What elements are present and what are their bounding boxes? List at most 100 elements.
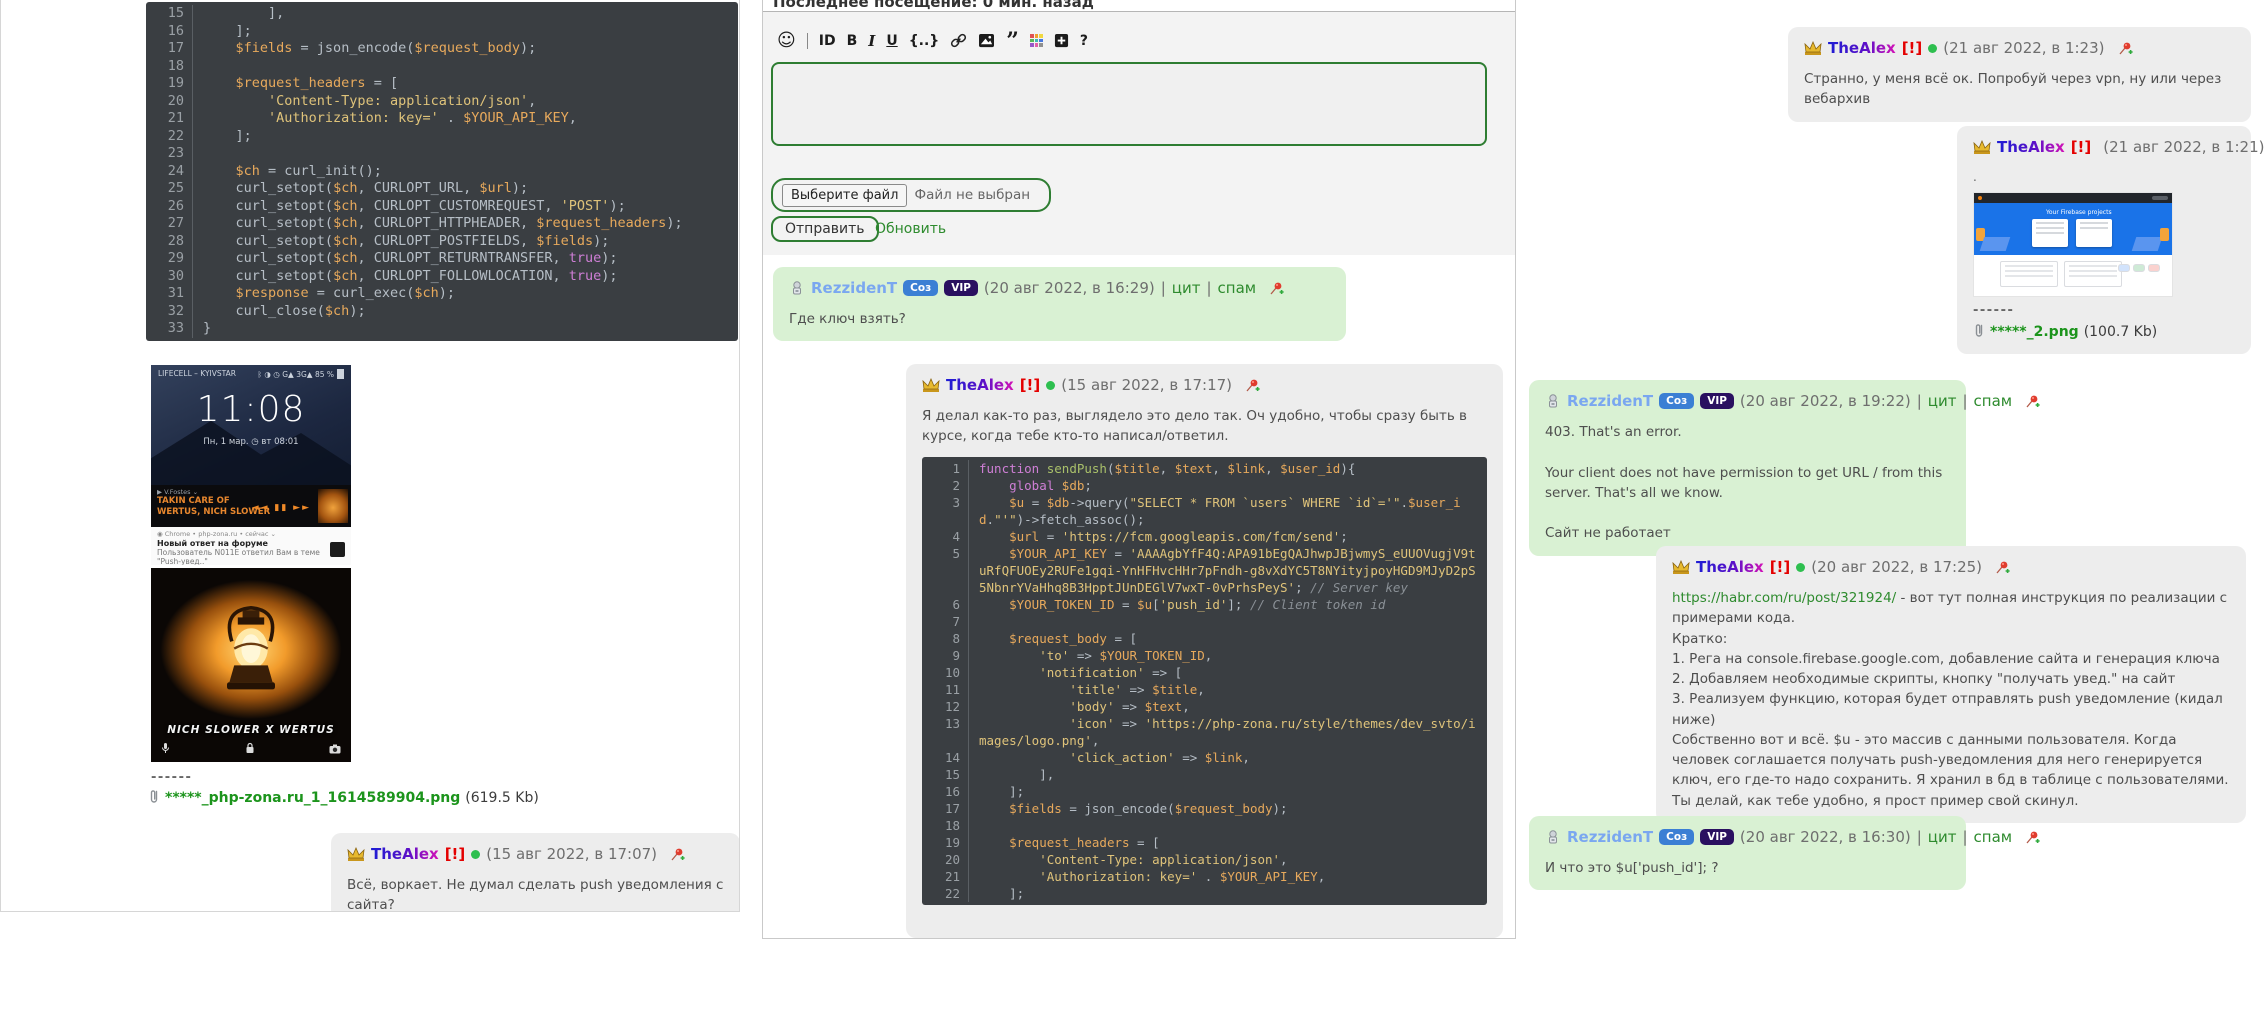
crown-avatar-icon (1672, 560, 1690, 575)
post-body: Я делал как-то раз, выглядело это дело т… (922, 406, 1487, 447)
code-line: 4 $url = 'https://fcm.googleapis.com/fcm… (922, 528, 1487, 545)
battery-icon (337, 369, 344, 379)
camera-icon[interactable] (329, 739, 341, 758)
code-line: 19 $request_headers = [ (146, 75, 738, 93)
pin-icon[interactable] (1268, 280, 1284, 296)
code-line: 5 $YOUR_API_KEY = 'AAAAgbYfF4Q:APA91bEgQ… (922, 545, 1487, 596)
code-line: 16 ]; (922, 783, 1487, 800)
code-braces-icon[interactable]: {..} (909, 33, 940, 49)
send-button[interactable]: Отправить (771, 216, 879, 242)
bbcode-grid-icon[interactable] (1030, 34, 1043, 47)
pin-icon[interactable] (1994, 559, 2010, 575)
username-thealex[interactable]: TheAlex (1696, 558, 1764, 576)
post-key-question: RezzidenT Соз VIP (20 авг 2022, в 16:29)… (773, 267, 1346, 341)
robot-avatar-icon (1545, 393, 1561, 409)
code-line: 13 'icon' => 'https://php-zona.ru/style/… (922, 715, 1487, 749)
phone-lockscreen-image[interactable]: LIFECELL – KYIVSTAR ᛒ ◑ ◷ G▲ 3G▲ 85 % 11… (151, 365, 351, 565)
code-line: 22 ]; (146, 128, 738, 146)
pin-icon[interactable] (2024, 829, 2040, 845)
post-date: (21 авг 2022, в 1:23) (1943, 39, 2104, 57)
spam-link[interactable]: спам (1218, 279, 1257, 297)
code-line: 17 $fields = json_encode($request_body); (922, 800, 1487, 817)
username-thealex[interactable]: TheAlex (946, 376, 1014, 394)
pin-icon[interactable] (669, 846, 685, 862)
code-block-curl: 15 ],16 ];17 $fields = json_encode($requ… (146, 2, 738, 341)
post-date: (20 авг 2022, в 16:29) (984, 279, 1155, 297)
habr-link[interactable]: https://habr.com/ru/post/321924/ (1672, 590, 1896, 606)
mic-icon[interactable] (161, 739, 170, 758)
code-line: 27 curl_setopt($ch, CURLOPT_HTTPHEADER, … (146, 215, 738, 233)
crown-avatar-icon (347, 847, 365, 862)
add-icon[interactable] (1054, 33, 1069, 48)
spam-link[interactable]: спам (1974, 392, 2013, 410)
choose-file-button[interactable]: Выберите файл (782, 184, 907, 207)
italic-icon[interactable]: I (868, 32, 875, 50)
help-icon[interactable]: ? (1080, 33, 1088, 49)
robot-avatar-icon (1545, 829, 1561, 845)
firebase-navbar (1974, 193, 2172, 203)
attachment-row: *****_2.png (100.7 Kb) (1973, 322, 2235, 342)
lantern-illustration (215, 603, 287, 703)
vip-badge: VIP (1700, 829, 1734, 845)
username-rezzident[interactable]: RezzidenT (1567, 828, 1653, 846)
quote-link[interactable]: цит (1928, 828, 1957, 846)
quote-link[interactable]: цит (1172, 279, 1201, 297)
code-line: 2 global $db; (922, 477, 1487, 494)
attachment-filename[interactable]: *****_2.png (1990, 324, 2079, 340)
code-line: 23 (146, 145, 738, 163)
post-body: И что это $u['push_id']; ? (1545, 858, 1950, 878)
chrome-notification[interactable]: ◉ Chrome • php-zona.ru • сейчас ⌄ Новый … (151, 527, 351, 565)
crown-avatar-icon (922, 378, 940, 393)
attachment-filename[interactable]: *****_php-zona.ru_1_1614589904.png (165, 790, 460, 806)
code-line: 18 (922, 817, 1487, 834)
pin-icon[interactable] (2024, 393, 2040, 409)
soz-badge: Соз (1659, 393, 1694, 409)
online-dot (471, 850, 480, 859)
code-line: 33} (146, 320, 738, 338)
notification-body: Пользователь N011E ответил Вам в теме "P… (157, 548, 345, 565)
code-line: 22 ]; (922, 885, 1487, 902)
code-line: 3 $u = $db->query("SELECT * FROM `users`… (922, 494, 1487, 528)
quote-link[interactable]: цит (1928, 392, 1957, 410)
bold-icon[interactable]: B (847, 33, 858, 49)
id-tag-icon[interactable]: ID (819, 33, 836, 49)
username-thealex[interactable]: TheAlex (371, 845, 439, 863)
status-icons: ᛒ ◑ ◷ G▲ 3G▲ 85 % (258, 370, 335, 379)
image-icon[interactable] (978, 33, 995, 48)
code-line: 32 curl_close($ch); (146, 303, 738, 321)
post-habr: TheAlex [!] (20 авг 2022, в 17:25) https… (1656, 546, 2246, 823)
username-thealex[interactable]: TheAlex (1828, 39, 1896, 57)
refresh-link[interactable]: Обновить (875, 221, 946, 237)
warn-flag: [!] (1902, 39, 1923, 57)
reply-textarea[interactable] (771, 62, 1487, 146)
post-code-example: TheAlex [!] (15 авг 2022, в 17:17) Я дел… (906, 364, 1503, 938)
post-worked: TheAlex [!] (15 авг 2022, в 17:07) Всё, … (331, 833, 740, 912)
username-thealex[interactable]: TheAlex (1997, 138, 2065, 156)
post-body: Странно, у меня всё ок. Попробуй через v… (1804, 69, 2235, 110)
media-controls[interactable]: ◄◄ ▮▮ ►► (252, 503, 311, 513)
media-notification[interactable]: ▶ V.Fostes ⌄ TAKIN CARE OF WERTUS, NICH … (151, 485, 351, 527)
middle-forum-panel: Последнее посещение: 0 мин. назад ☺ ID B… (762, 0, 1516, 939)
username-rezzident[interactable]: RezzidenT (1567, 392, 1653, 410)
crown-avatar-icon (1804, 41, 1822, 56)
file-status-label: Файл не выбран (914, 187, 1030, 203)
phone-status-bar: LIFECELL – KYIVSTAR ᛒ ◑ ◷ G▲ 3G▲ 85 % (158, 369, 344, 379)
warn-flag: [!] (1770, 558, 1791, 576)
username-rezzident[interactable]: RezzidenT (811, 279, 897, 297)
link-icon[interactable] (950, 32, 967, 49)
code-line: 25 curl_setopt($ch, CURLOPT_URL, $url); (146, 180, 738, 198)
code-line: 31 $response = curl_exec($ch); (146, 285, 738, 303)
notification-title: Новый ответ на форуме (157, 539, 345, 548)
pin-icon[interactable] (1244, 377, 1260, 393)
vip-badge: VIP (1700, 393, 1734, 409)
spam-link[interactable]: спам (1974, 828, 2013, 846)
attachment-divider: ------ (151, 770, 192, 785)
emoji-icon[interactable]: ☺ (777, 30, 796, 51)
editor-toolbar: ☺ ID B I U {..} ” ? (777, 30, 1088, 51)
firebase-screenshot-image[interactable]: Your Firebase projects (1973, 192, 2173, 297)
quote-icon[interactable]: ” (1006, 35, 1019, 47)
pin-icon[interactable] (2117, 40, 2133, 56)
online-dot (1928, 44, 1937, 53)
lantern-cover-image[interactable]: NICH SLOWER X WERTUS (151, 568, 351, 762)
underline-icon[interactable]: U (886, 33, 897, 49)
